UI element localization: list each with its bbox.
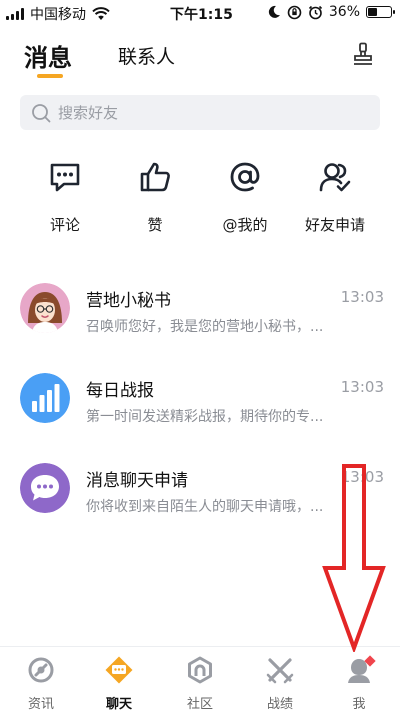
nav-chat[interactable]: 聊天	[84, 655, 154, 710]
nav-community[interactable]: 社区	[165, 655, 235, 710]
community-icon	[188, 656, 212, 684]
nav-profile[interactable]: 我	[324, 655, 394, 710]
friend-request-icon	[319, 163, 351, 192]
quick-action-mentions[interactable]: @我的	[200, 160, 290, 235]
nav-label: 战绩	[266, 697, 293, 710]
bottom-nav: 资讯 聊天 社区 战绩 我	[0, 646, 400, 710]
message-time: 13:03	[340, 378, 384, 396]
status-left: 中国移动	[6, 4, 110, 24]
chat-icon	[105, 656, 133, 684]
search-icon	[32, 103, 51, 122]
status-right: 36%	[267, 4, 395, 20]
header-tabs: 消息 联系人	[0, 30, 400, 82]
message-title: 每日战报	[86, 381, 154, 401]
quick-action-friend-request[interactable]: 好友申请	[290, 160, 380, 235]
carrier-label: 中国移动	[30, 7, 86, 23]
search-bar[interactable]: 搜索好友	[20, 95, 380, 130]
quick-actions: 评论 赞 @我的 好友申请	[0, 160, 400, 240]
message-preview: 第一时间发送精彩战报，期待你的专...	[86, 409, 324, 425]
message-row-secretary[interactable]: 营地小秘书 13:03 召唤师您好，我是您的营地小秘书，...	[0, 270, 400, 360]
nav-label: 资讯	[27, 697, 54, 710]
signal-icon	[6, 8, 24, 20]
nav-label: 社区	[186, 697, 213, 710]
secretary-avatar	[20, 283, 70, 333]
message-time: 13:03	[340, 288, 384, 306]
at-icon	[230, 162, 260, 192]
quick-action-label: 评论	[49, 216, 80, 234]
nav-news[interactable]: 资讯	[6, 655, 76, 710]
chat-bubble-icon	[20, 463, 70, 513]
nav-label: 聊天	[105, 697, 132, 710]
message-title: 营地小秘书	[86, 291, 171, 311]
wifi-icon	[92, 7, 110, 20]
nav-record[interactable]: 战绩	[245, 655, 315, 710]
message-preview: 你将收到来自陌生人的聊天申请哦，...	[86, 499, 324, 515]
alarm-icon	[308, 5, 322, 19]
tab-contacts[interactable]: 联系人	[118, 42, 175, 69]
comment-icon	[50, 163, 80, 192]
stamp-icon[interactable]	[352, 42, 374, 66]
quick-action-comment[interactable]: 评论	[20, 160, 110, 235]
search-placeholder: 搜索好友	[58, 104, 119, 122]
news-icon	[28, 657, 54, 683]
quick-action-like[interactable]: 赞	[110, 160, 200, 235]
bar-chart-icon	[20, 373, 70, 423]
active-tab-indicator	[37, 74, 63, 78]
message-row-daily-report[interactable]: 每日战报 13:03 第一时间发送精彩战报，期待你的专...	[0, 360, 400, 450]
moon-icon	[268, 5, 280, 18]
tab-messages[interactable]: 消息	[24, 38, 72, 73]
nav-label: 我	[352, 697, 366, 710]
record-icon	[266, 658, 294, 684]
quick-action-label: 赞	[147, 216, 163, 234]
quick-action-label: @我的	[222, 216, 268, 234]
annotation-arrow	[322, 464, 386, 652]
rotation-lock-icon	[287, 5, 302, 19]
status-bar: 中国移动 下午1:15 36%	[0, 0, 400, 26]
status-time: 下午1:15	[170, 7, 233, 23]
message-title: 消息聊天申请	[86, 471, 188, 491]
message-preview: 召唤师您好，我是您的营地小秘书，...	[86, 319, 324, 335]
battery-percent: 36%	[328, 4, 360, 20]
battery-icon	[366, 6, 395, 18]
thumbs-up-icon	[140, 162, 170, 192]
quick-action-label: 好友申请	[304, 216, 365, 234]
